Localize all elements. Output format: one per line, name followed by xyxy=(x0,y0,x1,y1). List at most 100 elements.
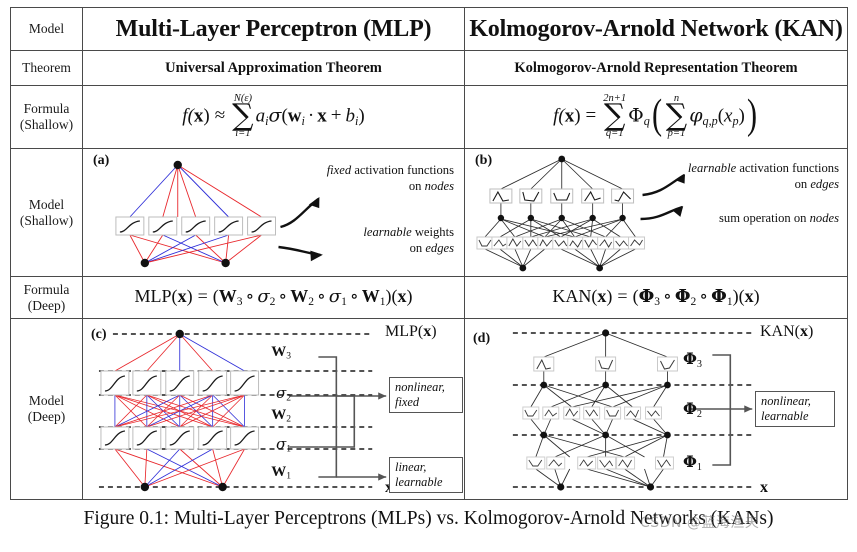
annotation-emph2: edges xyxy=(425,240,454,255)
annotation-rest: activation functions xyxy=(736,161,839,175)
edges-w1 xyxy=(114,448,245,488)
w3: W xyxy=(218,286,237,307)
panel-d-cell: (d) KAN(x) x Φ3 Φ2 Φ1 nonlinear, learnab… xyxy=(464,318,848,500)
top-label-close: ) xyxy=(808,323,814,340)
edges xyxy=(484,158,636,268)
layer-sym: W xyxy=(271,407,287,423)
phi2-sub: 2 xyxy=(690,296,697,309)
panel-b-diagram: (b) learnable activation functions on ed… xyxy=(465,149,847,276)
annotation-emph: fixed xyxy=(326,163,352,177)
annotation-rest: weights xyxy=(411,225,454,239)
layer-sym: W xyxy=(271,344,287,360)
formula-shallow-kan-math: f(x) = 2n+1 ∑ q=1 Φq( n ∑ p=1 φq,p(xp)) xyxy=(553,93,759,141)
edges-upper xyxy=(129,164,262,218)
activation-boxes-lower xyxy=(476,236,646,250)
box-line1: nonlinear, xyxy=(395,380,445,394)
header-mlp: Multi-Layer Perceptron (MLP) xyxy=(82,7,465,51)
panel-a-annotation-top: fixed activation functions on nodes xyxy=(269,163,454,194)
arrowheads xyxy=(378,392,387,481)
f-close: ) xyxy=(574,105,581,127)
row-label-model: Model xyxy=(10,7,83,51)
row-label-model-shallow-line1: Model xyxy=(28,196,65,212)
row-label-formula-shallow-line1: Formula xyxy=(23,101,70,117)
w1: W xyxy=(361,286,380,307)
panel-a-annotation-bottom: learnable weights on edges xyxy=(269,225,454,256)
table-row-model: Model Multi-Layer Perceptron (MLP) Kolmo… xyxy=(10,7,848,51)
comparison-table: Model Multi-Layer Perceptron (MLP) Kolmo… xyxy=(10,7,848,500)
annotation-emph: nodes xyxy=(809,211,839,225)
panel-b-tag: (b) xyxy=(475,153,493,168)
compose-1: ∘ xyxy=(663,286,672,307)
theorem-mlp: Universal Approximation Theorem xyxy=(82,50,465,86)
annotation-pre: on xyxy=(794,176,811,191)
summation-inner: n ∑ p=1 xyxy=(666,93,687,140)
big-phi-sub: q xyxy=(643,113,650,128)
annotation-rest: activation functions xyxy=(351,163,454,177)
formula-shallow-mlp-math: f(x) ≈ N(ε) ∑ i=1 aiσ(wi · x + bi) xyxy=(182,93,364,141)
bracket-and-arrows xyxy=(289,356,387,478)
panel-d-diagram: (d) KAN(x) x Φ3 Φ2 Φ1 nonlinear, learnab… xyxy=(465,319,847,499)
panel-d-box-nonlinear: nonlinear, learnable xyxy=(755,391,835,427)
annotation-pre: sum operation on xyxy=(719,211,810,225)
weight-w-sub: i xyxy=(301,113,305,128)
header-kan: Kolmogorov-Arnold Network (KAN) xyxy=(464,7,848,51)
approx-sign: ≈ xyxy=(214,105,226,127)
tail-x: x xyxy=(744,286,754,307)
activation-boxes-phi2 xyxy=(522,406,662,420)
panel-a-tag: (a) xyxy=(93,153,110,168)
table-row-theorem: Theorem Universal Approximation Theorem … xyxy=(10,50,848,86)
panel-d-tag: (d) xyxy=(473,331,491,346)
layer-sub: 3 xyxy=(696,358,702,370)
panel-d-layer-label-phi1: Φ1 xyxy=(660,452,702,473)
f-arg: x xyxy=(564,105,575,127)
dot-operator: · xyxy=(307,105,315,127)
f-open: f( xyxy=(182,105,194,127)
activation-boxes-lower xyxy=(100,426,260,450)
panel-d-bottom-label: x xyxy=(760,479,768,496)
layer-sub: 1 xyxy=(696,461,702,473)
compose-1: ∘ xyxy=(245,286,255,307)
layer-sub: 2 xyxy=(286,413,291,425)
box-line1: nonlinear, xyxy=(761,394,811,408)
paren-close-open: )( xyxy=(385,286,398,307)
row-label-model-deep-line1: Model xyxy=(28,393,65,409)
top-label-name: MLP( xyxy=(385,323,424,340)
f-close: ) xyxy=(203,105,210,127)
panel-b-cell: (b) learnable activation functions on ed… xyxy=(464,148,848,277)
row-label-formula-shallow-line2: (Shallow) xyxy=(19,117,74,132)
big-phi: Φ xyxy=(628,104,644,127)
panel-a-diagram: (a) fixed activation functions on nodes … xyxy=(83,149,464,276)
layer-sub: 2 xyxy=(286,392,291,404)
theorem-kan: Kolmogorov-Arnold Representation Theorem xyxy=(464,50,848,86)
header-kan-text: Kolmogorov-Arnold Network (KAN) xyxy=(469,15,843,42)
sum-inner-lower: p=1 xyxy=(667,128,686,140)
panel-c-tag: (c) xyxy=(91,327,107,342)
mlp-name: MLP( xyxy=(134,286,178,307)
compose-2: ∘ xyxy=(699,286,709,307)
panel-a-cell: (a) fixed activation functions on nodes … xyxy=(82,148,465,277)
sum-outer-lower: q=1 xyxy=(605,128,624,140)
panel-b-annotation-bottom: sum operation on nodes xyxy=(629,211,839,227)
sigma-glyph: ∑ xyxy=(232,97,254,133)
mlp-name-close: ) xyxy=(186,286,193,307)
sigma-glyph: ∑ xyxy=(665,97,688,133)
top-label-close: ) xyxy=(431,323,437,340)
row-label-model-shallow: Model (Shallow) xyxy=(10,148,83,277)
mlp-arg: x xyxy=(177,286,187,307)
row-label-model-deep-line2: (Deep) xyxy=(27,409,66,424)
phi2: Φ xyxy=(674,286,691,308)
panel-c-box-nonlinear: nonlinear, fixed xyxy=(389,377,463,413)
panel-c-layer-label-sigma1: σ1 xyxy=(251,435,291,455)
table-row-formula-shallow: Formula (Shallow) f(x) ≈ N(ε) ∑ i=1 aiσ(w… xyxy=(10,85,848,149)
row-label-model-text: Model xyxy=(28,21,65,37)
formula-deep-mlp: MLP(x) = (W3 ∘ σ2 ∘ W2 ∘ σ1 ∘ W1)(x) xyxy=(82,276,465,319)
row-label-formula-deep: Formula (Deep) xyxy=(10,276,83,319)
annotation-emph: learnable xyxy=(363,225,412,239)
paren-close: ) xyxy=(738,105,745,127)
box-line2: fixed xyxy=(395,394,420,409)
annotation-pre: on xyxy=(409,240,426,255)
compose-3: ∘ xyxy=(316,286,326,307)
layer-sym: Φ xyxy=(682,452,697,471)
panel-c-layer-label-w1: W1 xyxy=(251,464,291,482)
formula-deep-mlp-math: MLP(x) = (W3 ∘ σ2 ∘ W2 ∘ σ1 ∘ W1)(x) xyxy=(135,286,413,308)
